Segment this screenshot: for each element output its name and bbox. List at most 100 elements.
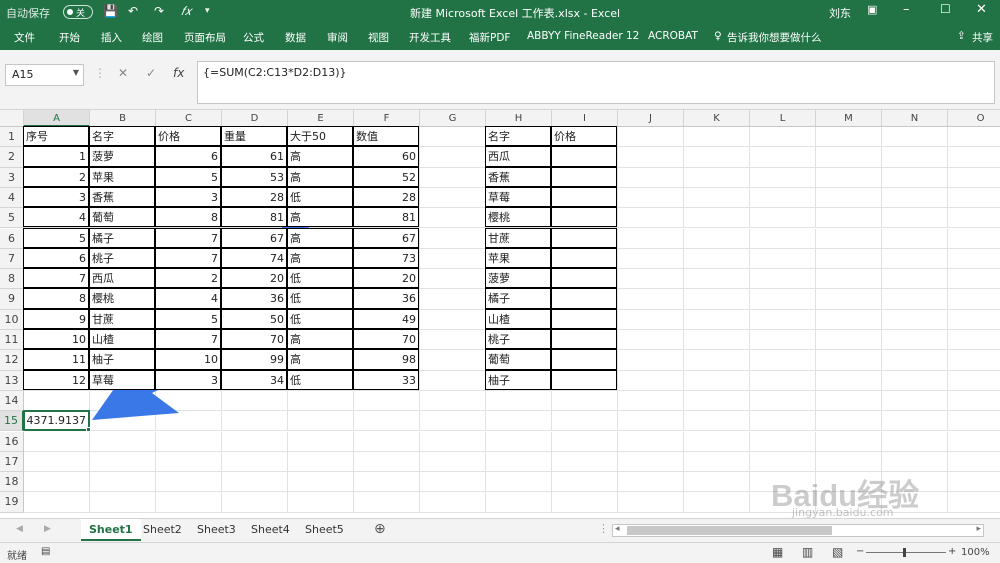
share-button[interactable]: 共享: [972, 30, 993, 45]
grid-cell[interactable]: [948, 249, 1000, 270]
table1-cell[interactable]: 桃子: [89, 247, 155, 269]
tab-view[interactable]: 视图: [368, 30, 389, 45]
table1-cell[interactable]: 50: [221, 308, 287, 329]
grid-cell[interactable]: [552, 492, 618, 513]
grid-cell[interactable]: [420, 472, 486, 493]
grid-cell[interactable]: [552, 451, 618, 473]
undo-icon[interactable]: ↶: [128, 4, 138, 18]
table1-cell[interactable]: 菠萝: [89, 146, 155, 167]
grid-cell[interactable]: [750, 147, 816, 168]
table1-cell[interactable]: 高: [287, 166, 353, 187]
table2-price-cell[interactable]: [551, 166, 617, 187]
tab-fuxin-pdf[interactable]: 福新PDF: [469, 30, 510, 45]
redo-icon[interactable]: ↷: [154, 4, 164, 18]
formula-input[interactable]: {=SUM(C2:C13*D2:D13)}: [197, 61, 995, 104]
grid-cell[interactable]: [684, 411, 750, 432]
grid-cell[interactable]: [24, 451, 90, 473]
grid-cell[interactable]: [618, 228, 684, 249]
grid-cell[interactable]: [90, 472, 156, 493]
grid-cell[interactable]: [486, 431, 552, 452]
grid-cell[interactable]: [618, 350, 684, 371]
share-icon[interactable]: ⇪: [957, 30, 966, 42]
grid-cell[interactable]: [882, 228, 948, 249]
grid-cell[interactable]: [948, 492, 1000, 513]
grid-cell[interactable]: [750, 289, 816, 310]
grid-cell[interactable]: [750, 127, 816, 148]
sheet-tab-2[interactable]: Sheet2: [135, 519, 190, 541]
grid-cell[interactable]: [882, 350, 948, 371]
grid-cell[interactable]: [882, 187, 948, 209]
table1-cell[interactable]: 10: [23, 329, 89, 350]
enter-icon[interactable]: ✓: [146, 66, 156, 80]
sheet-tab-5[interactable]: Sheet5: [297, 519, 352, 541]
table1-cell[interactable]: 1: [23, 146, 89, 167]
table1-cell[interactable]: 11: [23, 349, 89, 370]
table1-cell[interactable]: 67: [353, 227, 419, 248]
table1-cell[interactable]: 低: [287, 186, 353, 208]
cancel-icon[interactable]: ✕: [118, 66, 128, 80]
table1-header-cell[interactable]: 序号: [23, 126, 89, 147]
table1-cell[interactable]: 6: [155, 146, 221, 167]
tab-data[interactable]: 数据: [285, 30, 306, 45]
table2-price-cell[interactable]: [551, 369, 617, 390]
column-header-b[interactable]: B: [90, 110, 156, 127]
grid-cell[interactable]: [882, 390, 948, 412]
grid-cell[interactable]: [90, 411, 156, 432]
grid-cell[interactable]: [90, 431, 156, 452]
grid-cell[interactable]: [420, 167, 486, 188]
grid-cell[interactable]: [420, 187, 486, 209]
grid-cell[interactable]: [948, 229, 1000, 249]
grid-cell[interactable]: [354, 451, 420, 473]
column-header-l[interactable]: L: [750, 110, 816, 127]
grid-cell[interactable]: [684, 472, 750, 493]
grid-cell[interactable]: [816, 248, 882, 270]
grid-cell[interactable]: [684, 370, 750, 391]
grid-cell[interactable]: [618, 309, 684, 330]
tab-review[interactable]: 审阅: [327, 30, 348, 45]
grid-cell[interactable]: [750, 167, 816, 188]
grid-cell[interactable]: [816, 370, 882, 391]
sheet-tab-4[interactable]: Sheet4: [243, 519, 298, 541]
grid-cell[interactable]: [288, 390, 354, 412]
table2-price-cell[interactable]: [551, 227, 617, 248]
grid-cell[interactable]: [24, 492, 90, 513]
table1-cell[interactable]: 西瓜: [89, 268, 155, 289]
grid-cell[interactable]: [750, 370, 816, 391]
grid-cell[interactable]: [750, 330, 816, 351]
grid-cell[interactable]: [882, 309, 948, 330]
grid-cell[interactable]: [90, 492, 156, 513]
grid-cell[interactable]: [222, 411, 288, 432]
table1-cell[interactable]: 6: [23, 247, 89, 269]
row-header-19[interactable]: 19: [0, 492, 24, 513]
column-header-j[interactable]: J: [618, 110, 684, 127]
table2-name-cell[interactable]: 桃子: [485, 329, 551, 350]
table1-cell[interactable]: 33: [353, 369, 419, 390]
grid-cell[interactable]: [90, 451, 156, 473]
column-header-d[interactable]: D: [222, 110, 288, 127]
grid-cell[interactable]: [552, 390, 618, 412]
table1-cell[interactable]: 高: [287, 146, 353, 167]
grid-cell[interactable]: [618, 147, 684, 168]
select-all-corner[interactable]: [0, 110, 24, 127]
grid-cell[interactable]: [420, 309, 486, 330]
table1-cell[interactable]: 葡萄: [89, 207, 155, 228]
grid-cell[interactable]: [420, 289, 486, 310]
table1-cell[interactable]: 5: [155, 166, 221, 187]
grid-cell[interactable]: [882, 330, 948, 351]
grid-cell[interactable]: [816, 431, 882, 452]
table1-cell[interactable]: 山楂: [89, 329, 155, 350]
zoom-slider[interactable]: [866, 548, 946, 557]
table2-price-cell[interactable]: [551, 146, 617, 167]
grid-cell[interactable]: [420, 330, 486, 351]
row-header-9[interactable]: 9: [0, 289, 24, 310]
grid-cell[interactable]: [222, 431, 288, 452]
table2-name-cell[interactable]: 柚子: [485, 369, 551, 390]
grid-cell[interactable]: [618, 390, 684, 412]
row-header-5[interactable]: 5: [0, 208, 24, 229]
row-header-12[interactable]: 12: [0, 350, 24, 371]
grid-cell[interactable]: [420, 248, 486, 270]
table1-cell[interactable]: 73: [353, 247, 419, 269]
table1-cell[interactable]: 低: [287, 268, 353, 289]
table1-cell[interactable]: 20: [221, 268, 287, 289]
grid-cell[interactable]: [684, 390, 750, 412]
